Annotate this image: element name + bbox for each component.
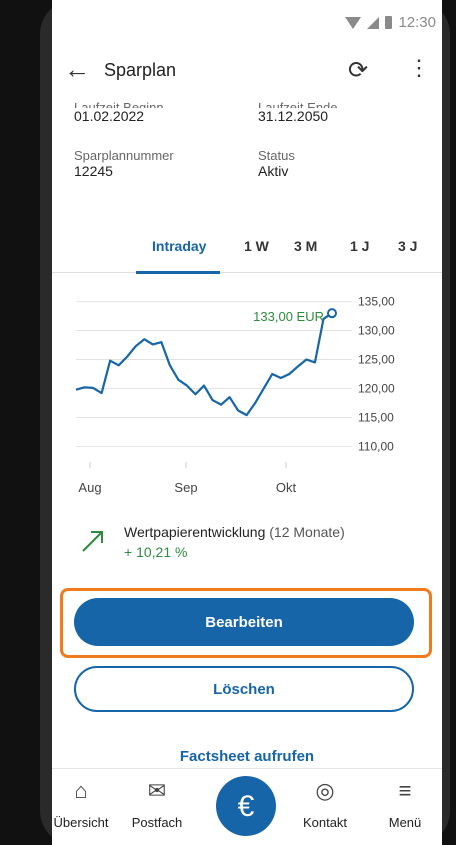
sparplannummer-label: Sparplannummer [74, 148, 174, 163]
current-price-label: 133,00 EUR [253, 309, 324, 324]
laufzeit-beginn: Laufzeit Beginn 01.02.2022 [74, 100, 164, 124]
tabs-divider [52, 272, 442, 273]
x-tick-label: Sep [174, 480, 197, 495]
period-tabs: Intraday 1 W 3 M 1 J 3 J [52, 238, 442, 274]
euro-action-button[interactable]: € [216, 776, 276, 836]
trend-up-icon [82, 531, 103, 552]
x-tick-label: Okt [276, 480, 297, 495]
tab-3j[interactable]: 3 J [398, 238, 417, 254]
nav-overview[interactable]: ⌂ Übersicht [52, 769, 116, 830]
app-bar: ← Sparplan ⟳ ⋮ [52, 50, 442, 94]
performance-label: Wertpapierentwicklung (12 Monate) [124, 524, 345, 540]
status-value: Aktiv [258, 163, 289, 179]
nav-menu[interactable]: ≡ Menü [370, 769, 440, 830]
app-screen: 12:30 ← Sparplan ⟳ ⋮ Laufzeit Beginn 01.… [52, 0, 442, 845]
y-tick-label: 130,00 [358, 324, 395, 338]
active-tab-indicator [136, 271, 220, 274]
battery-icon [385, 16, 393, 29]
y-tick-label: 115,00 [358, 410, 394, 424]
price-chart: 135,00 130,00 125,00 120,00 115,00 110,00 Aug S… [75, 295, 395, 495]
performance-value: + 10,21 % [124, 544, 188, 560]
laufzeit-ende: Laufzeit Ende 31.12.2050 [258, 100, 338, 124]
status: Status Aktiv [258, 148, 295, 179]
wifi-icon [345, 16, 362, 29]
y-tick-label: 125,00 [358, 353, 395, 367]
laufzeit-ende-label: Laufzeit Ende [258, 100, 338, 108]
status-time: 12:30 [398, 14, 436, 31]
hamburger-menu-icon: ≡ [398, 778, 412, 803]
performance-summary: Wertpapierentwicklung (12 Monate) + 10,2… [74, 520, 434, 580]
edit-button[interactable]: Bearbeiten [74, 598, 414, 646]
refresh-icon[interactable]: ⟳ [348, 56, 368, 85]
x-tick-label: Aug [78, 480, 101, 495]
sparplannummer: Sparplannummer 12245 [74, 148, 174, 179]
price-line [75, 312, 333, 417]
nav-contact[interactable]: ◎ Kontakt [290, 769, 360, 830]
tab-1j[interactable]: 1 J [350, 238, 369, 254]
factsheet-link[interactable]: Factsheet aufrufen [52, 748, 442, 765]
tab-3m[interactable]: 3 M [294, 238, 317, 254]
back-arrow-icon[interactable]: ← [64, 54, 94, 84]
home-icon: ⌂ [74, 778, 88, 803]
status-label: Status [258, 148, 295, 163]
delete-button[interactable]: Löschen [74, 666, 414, 712]
laufzeit-beginn-label: Laufzeit Beginn [74, 100, 164, 108]
y-tick-label: 110,00 [358, 439, 394, 453]
status-bar: 12:30 [52, 0, 442, 48]
performance-period: (12 Monate) [269, 524, 345, 540]
status-icons: 12:30 [345, 14, 436, 31]
tab-intraday[interactable]: Intraday [152, 238, 206, 254]
signal-icon [367, 16, 380, 29]
page-title: Sparplan [104, 60, 177, 80]
laufzeit-beginn-value: 01.02.2022 [74, 108, 145, 124]
y-tick-label: 135,00 [358, 295, 395, 309]
overflow-menu-icon[interactable]: ⋮ [408, 54, 430, 82]
y-tick-label: 120,00 [358, 381, 395, 395]
current-price-point [327, 308, 337, 319]
tab-1w[interactable]: 1 W [244, 238, 269, 254]
nav-menu-label: Menü [388, 815, 422, 830]
laufzeit-ende-value: 31.12.2050 [258, 108, 329, 124]
mail-icon: ✉ [147, 778, 167, 803]
nav-inbox[interactable]: ✉ Postfach [122, 769, 192, 830]
nav-inbox-label: Postfach [131, 815, 183, 830]
nav-overview-label: Übersicht [53, 815, 109, 830]
contact-icon: ◎ [315, 778, 335, 803]
sparplannummer-value: 12245 [74, 163, 113, 179]
performance-title: Wertpapierentwicklung [124, 524, 266, 540]
nav-contact-label: Kontakt [302, 815, 348, 830]
